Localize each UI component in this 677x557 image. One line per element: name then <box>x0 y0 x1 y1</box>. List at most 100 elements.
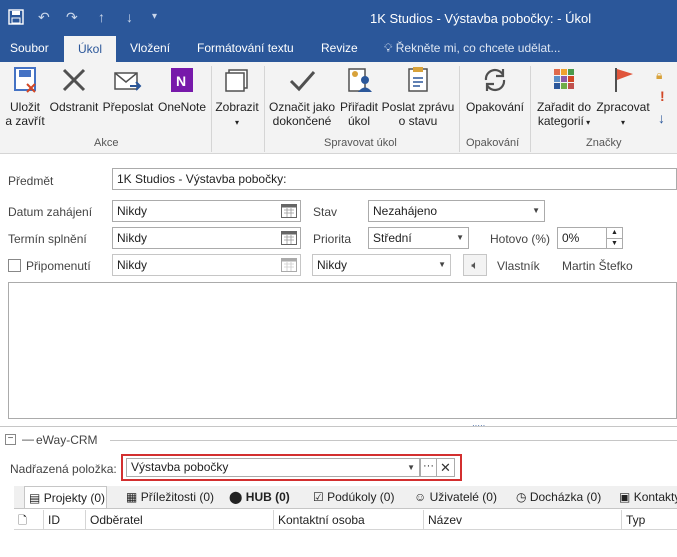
undo-icon[interactable]: ↶ <box>38 9 50 26</box>
save-close-button[interactable]: Uložit a zavřít <box>4 64 46 128</box>
tab-hub[interactable]: ⬤ HUB (0) <box>229 486 290 508</box>
ribbon-separator <box>530 66 531 152</box>
categorize-label-1: Zařadit do <box>536 100 592 114</box>
send-status-report-button[interactable]: Poslat zprávu o stavu <box>381 64 455 128</box>
view-button[interactable]: Zobrazit ▾ <box>214 64 260 130</box>
tab-podukoly[interactable]: ☑ Podúkoly (0) <box>313 486 394 508</box>
group-opakovani-label: Opakování <box>466 137 520 149</box>
save-close-icon <box>14 67 36 93</box>
forward-button[interactable]: Přeposlat <box>102 64 154 114</box>
lightbulb-icon: 💡︎ <box>384 41 393 55</box>
tab-prilezitosti-label: Příležitosti (0) <box>140 490 215 504</box>
recurrence-button[interactable]: Opakování <box>462 64 528 114</box>
task-body-editor[interactable] <box>8 282 677 419</box>
splitter-grip-icon: ····· <box>472 421 486 430</box>
high-importance-icon[interactable]: ! <box>660 88 665 104</box>
tab-podukoly-label: Podúkoly (0) <box>327 490 395 504</box>
column-typ[interactable]: Typ <box>622 510 677 530</box>
view-label: Zobrazit <box>215 100 259 114</box>
tab-projekty[interactable]: ▤ Projekty (0) <box>24 486 107 508</box>
tab-formatovani-textu[interactable]: Formátování textu <box>197 36 294 62</box>
assign-task-icon <box>348 68 372 92</box>
tab-vlozeni[interactable]: Vložení <box>130 36 170 62</box>
redo-icon[interactable]: ↷ <box>66 9 78 26</box>
save-icon[interactable] <box>8 9 24 28</box>
percent-complete-input[interactable]: 0% ▲ ▼ <box>557 227 623 249</box>
mark-complete-label-2: dokončené <box>272 114 332 128</box>
calendar-icon[interactable] <box>281 204 297 218</box>
start-date-value: Nikdy <box>117 204 148 218</box>
priority-label: Priorita <box>313 232 352 246</box>
clear-button[interactable]: ✕ <box>436 458 455 477</box>
send-status-label-1: Poslat zprávu <box>381 100 455 114</box>
categorize-dropdown-icon: ▾ <box>583 118 591 127</box>
view-icon <box>225 69 248 92</box>
tab-prilezitosti[interactable]: ▦ Příležitosti (0) <box>126 486 214 508</box>
categorize-button[interactable]: Zařadit do kategorií ▾ <box>533 64 595 130</box>
assign-task-button[interactable]: Přiřadit úkol <box>338 64 380 128</box>
spin-up-icon[interactable]: ▲ <box>606 228 622 238</box>
mark-complete-button[interactable]: Označit jako dokončené <box>267 64 337 128</box>
column-kontaktni-osoba[interactable]: Kontaktní osoba <box>274 510 424 530</box>
calendar-icon[interactable] <box>281 231 297 245</box>
column-nazev[interactable]: Název <box>424 510 622 530</box>
reminder-time-select[interactable]: Nikdy ▼ <box>312 254 451 276</box>
status-value: Nezahájeno <box>373 204 438 218</box>
tab-revize[interactable]: Revize <box>321 36 358 62</box>
column-odberatel[interactable]: Odběratel <box>86 510 274 530</box>
chevron-down-icon: ▼ <box>438 260 446 269</box>
chevron-down-icon: ▼ <box>407 463 415 472</box>
up-arrow-icon[interactable]: ↑ <box>98 9 105 25</box>
svg-text:N: N <box>176 73 186 89</box>
chevron-down-icon: ▼ <box>532 206 540 215</box>
due-date-input[interactable]: Nikdy <box>112 227 301 249</box>
calendar-icon[interactable] <box>281 258 297 272</box>
onenote-button[interactable]: N OneNote <box>156 64 208 114</box>
low-importance-icon[interactable]: ↓ <box>658 110 665 126</box>
tab-dochazka-label: Docházka (0) <box>529 490 602 504</box>
checkmark-icon <box>289 71 316 92</box>
lock-icon[interactable]: 🔒︎ <box>656 68 662 83</box>
tab-dochazka[interactable]: ◷ Docházka (0) <box>516 486 601 508</box>
column-id[interactable]: ID <box>44 510 86 530</box>
start-date-input[interactable]: Nikdy <box>112 200 301 222</box>
reminder-label: Připomenutí <box>26 259 91 273</box>
status-select[interactable]: Nezahájeno ▼ <box>368 200 545 222</box>
tab-kontakty-label: Kontakty <box>633 490 677 504</box>
opportunities-icon: ▦ <box>126 490 138 504</box>
recurrence-label: Opakování <box>465 100 525 114</box>
delete-x-icon <box>62 68 86 92</box>
due-date-label: Termín splnění <box>8 232 87 246</box>
eway-table-header: 🗋︎ ID Odběratel Kontaktní osoba Název Ty… <box>14 510 677 530</box>
tab-uzivatele[interactable]: ☺ Uživatelé (0) <box>414 486 497 508</box>
ribbon-separator <box>264 66 265 152</box>
tab-ukol[interactable]: Úkol <box>64 36 117 62</box>
delete-label: Odstranit <box>49 100 99 114</box>
start-date-label: Datum zahájení <box>8 205 93 219</box>
more-options-button[interactable]: ··· <box>420 458 437 477</box>
followup-button[interactable]: Zpracovat ▾ <box>595 64 651 130</box>
tab-soubor[interactable]: Soubor <box>10 36 49 62</box>
followup-label: Zpracovat <box>596 100 650 114</box>
group-znacky-label: Značky <box>586 137 622 149</box>
column-icon[interactable]: 🗋︎ <box>14 510 44 530</box>
priority-select[interactable]: Střední ▼ <box>368 227 469 249</box>
customize-icon[interactable]: ▾ <box>152 11 157 22</box>
send-status-label-2: o stavu <box>398 114 438 128</box>
parent-item-select[interactable]: Výstavba pobočky ▼ <box>126 458 420 477</box>
status-label: Stav <box>313 205 338 219</box>
collapse-icon[interactable]: − <box>5 434 16 445</box>
tab-kontakty[interactable]: ▣ Kontakty <box>619 486 677 508</box>
subject-input[interactable]: 1K Studios - Výstavba pobočky: <box>112 168 677 190</box>
sound-icon[interactable]: 🔈︎ <box>463 254 487 276</box>
reminder-checkbox[interactable] <box>8 259 21 272</box>
spin-down-icon[interactable]: ▼ <box>606 238 622 248</box>
ribbon-tabs: Soubor Úkol Vložení Formátování textu Re… <box>0 36 677 62</box>
pane-splitter[interactable]: ····· <box>0 421 677 430</box>
categorize-icon <box>554 69 574 89</box>
tell-me-text: Řekněte mi, co chcete udělat... <box>395 41 561 55</box>
delete-button[interactable]: Odstranit <box>48 64 100 114</box>
reminder-date-input[interactable]: Nikdy <box>112 254 301 276</box>
tell-me-box[interactable]: 💡︎ Řekněte mi, co chcete udělat... <box>384 36 561 62</box>
down-arrow-icon[interactable]: ↓ <box>126 9 133 25</box>
